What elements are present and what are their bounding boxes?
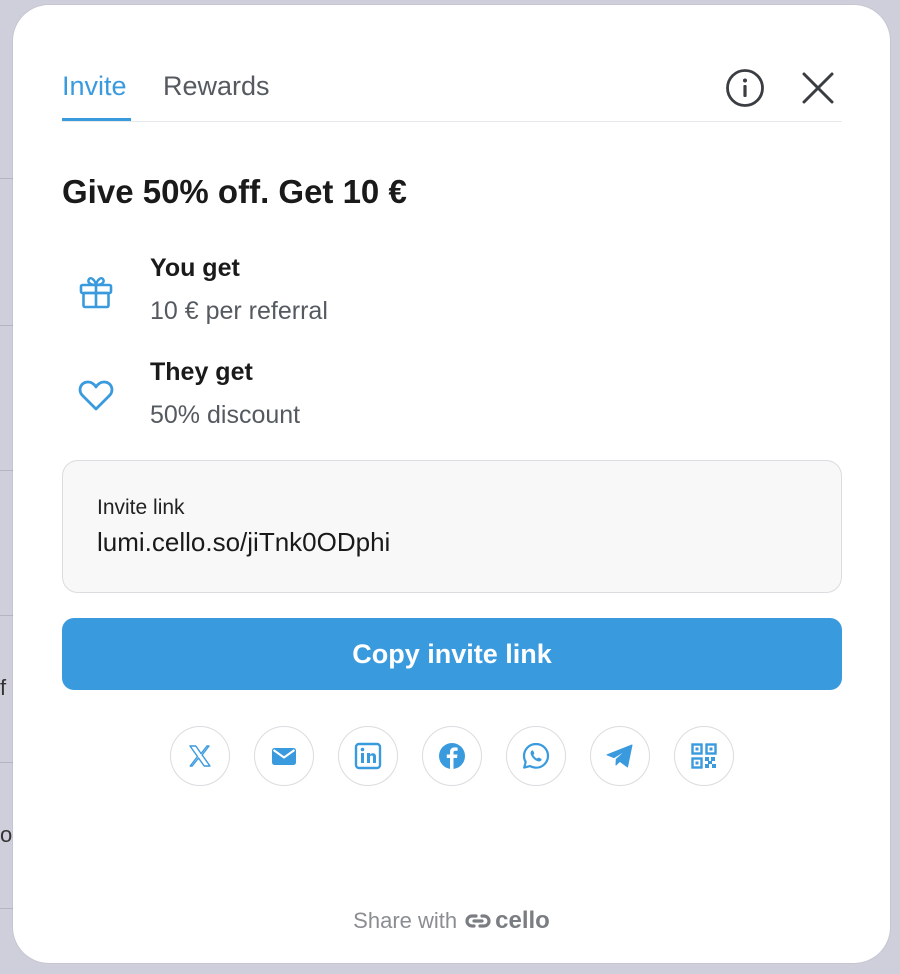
benefit-you-get-title: You get xyxy=(150,254,240,282)
offer-headline: Give 50% off. Get 10 € xyxy=(62,173,407,210)
x-icon xyxy=(189,745,211,767)
background-divider xyxy=(0,470,14,471)
footer-text: Share with xyxy=(353,908,458,933)
email-icon xyxy=(272,748,296,765)
whatsapp-icon xyxy=(522,742,550,769)
close-icon xyxy=(802,72,834,104)
invite-link-field[interactable]: Invite link lumi.cello.so/jiTnk0ODphi xyxy=(62,460,842,593)
share-whatsapp-button[interactable] xyxy=(506,726,566,786)
qr-code-icon xyxy=(691,743,717,769)
background-text: f xyxy=(0,675,7,700)
heart-icon xyxy=(78,380,114,411)
background-divider xyxy=(0,615,14,616)
invite-link-value[interactable]: lumi.cello.so/jiTnk0ODphi xyxy=(97,527,390,558)
benefit-you-get-icon xyxy=(74,270,118,314)
benefit-they-get-icon xyxy=(74,373,118,417)
background-divider xyxy=(0,178,14,179)
benefit-they-get-title: They get xyxy=(150,358,253,386)
tab-rewards[interactable]: Rewards xyxy=(163,71,270,102)
share-email-button[interactable] xyxy=(254,726,314,786)
linkedin-icon xyxy=(354,742,382,770)
copy-invite-link-button[interactable]: Copy invite link xyxy=(62,618,842,690)
cello-logo[interactable]: cello xyxy=(465,907,550,935)
share-telegram-button[interactable] xyxy=(590,726,650,786)
referral-modal: Invite Rewards Give 50% off. Get 10 € Yo… xyxy=(13,5,890,963)
background-divider xyxy=(0,908,14,909)
telegram-icon xyxy=(606,744,633,768)
footer: Share with cello xyxy=(13,907,890,935)
tab-invite[interactable]: Invite xyxy=(62,71,127,102)
gift-icon xyxy=(79,276,113,309)
background-divider xyxy=(0,325,14,326)
share-qr-code-button[interactable] xyxy=(674,726,734,786)
close-button[interactable] xyxy=(796,66,840,110)
share-facebook-button[interactable] xyxy=(422,726,482,786)
active-tab-indicator xyxy=(62,118,131,121)
info-button[interactable] xyxy=(723,66,767,110)
background-text: o xyxy=(0,822,13,847)
benefit-they-get-detail: 50% discount xyxy=(150,401,301,429)
cello-brand-name: cello xyxy=(495,907,550,934)
invite-link-label: Invite link xyxy=(97,496,185,519)
facebook-icon xyxy=(439,743,465,769)
share-linkedin-button[interactable] xyxy=(338,726,398,786)
benefit-you-get-detail: 10 € per referral xyxy=(150,297,328,325)
share-x-button[interactable] xyxy=(170,726,230,786)
info-icon xyxy=(726,69,764,107)
share-buttons-row xyxy=(170,726,734,786)
background-divider xyxy=(0,762,14,763)
cello-link-icon xyxy=(465,914,491,928)
